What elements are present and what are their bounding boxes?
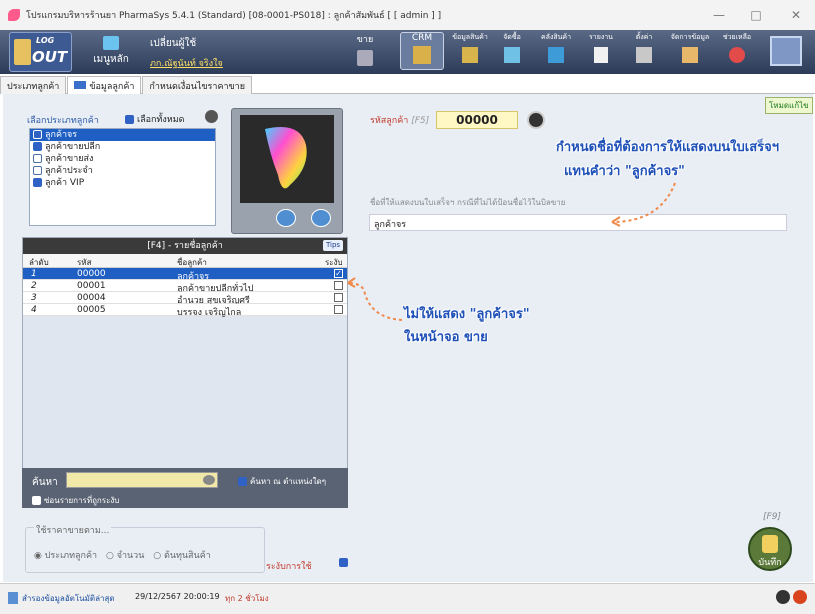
arrow-to-suspend: [347, 282, 403, 321]
save-icon: [762, 535, 778, 553]
annotation-arrows: [347, 182, 676, 321]
r-icon[interactable]: [793, 590, 807, 604]
backup-interval: ทุก 2 ชั่วโมง: [225, 594, 269, 603]
arrow-to-name-field: [611, 182, 676, 223]
save-shortcut: [F9]: [763, 512, 781, 522]
save-button[interactable]: บันทึก: [748, 527, 792, 571]
backup-status-text: สำรองข้อมูลอัตโนมัติล่าสุด: [22, 594, 115, 603]
backup-date: 29/12/2567 20:00:19: [135, 592, 220, 601]
status-bar: สำรองข้อมูลอัตโนมัติล่าสุด 29/12/2567 20…: [0, 583, 815, 614]
save-label: บันทึก: [758, 558, 782, 568]
backup-icon: [8, 592, 18, 604]
b-icon[interactable]: [776, 590, 790, 604]
